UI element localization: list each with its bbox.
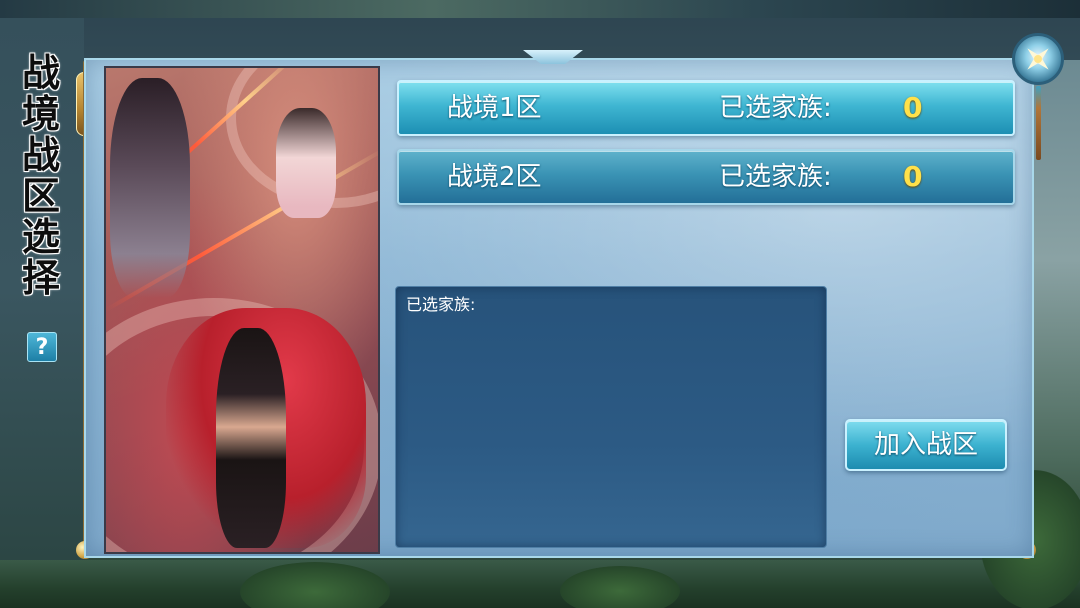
- selected-families-title: 已选家族:: [406, 295, 476, 314]
- selected-families-list[interactable]: 已选家族:: [395, 286, 827, 548]
- background-bottom: [0, 560, 1080, 608]
- question-mark-icon[interactable]: ?: [27, 332, 57, 362]
- art-figure-hero: [216, 328, 286, 548]
- art-figure-warrior: [110, 78, 190, 298]
- zone-selected-count: 0: [903, 160, 923, 193]
- page-title: 战境战区选择: [21, 50, 60, 300]
- zone-row-1[interactable]: 战境1区 已选家族: 0: [397, 80, 1015, 136]
- join-zone-button[interactable]: 加入战区: [845, 419, 1007, 471]
- close-button[interactable]: [1012, 33, 1064, 85]
- zone-selected-count: 0: [903, 91, 923, 124]
- zone-selected-label: 已选家族:: [719, 93, 832, 123]
- zone-row-2[interactable]: 战境2区 已选家族: 0: [397, 149, 1015, 205]
- character-artwork: [104, 66, 380, 554]
- art-figure-maiden: [276, 108, 336, 218]
- zone-name: 战境2区: [447, 162, 542, 192]
- zone-name: 战境1区: [447, 93, 542, 123]
- close-button-tassel: [1036, 86, 1041, 160]
- background-lotus-leaf: [560, 566, 680, 608]
- zone-selected-label: 已选家族:: [719, 162, 832, 192]
- background-top: [0, 0, 1080, 18]
- close-x-icon: [1027, 48, 1049, 70]
